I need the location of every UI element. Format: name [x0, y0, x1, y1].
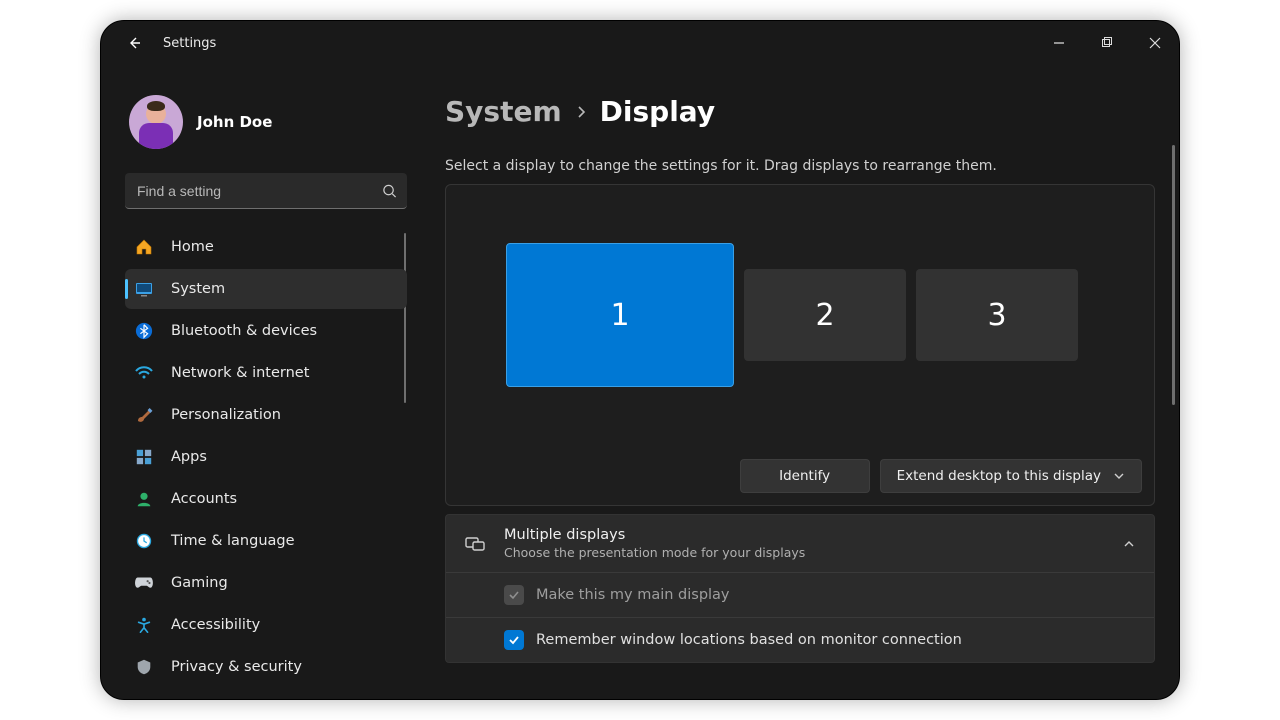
- profile-block[interactable]: John Doe: [129, 95, 407, 149]
- main-display-checkbox: [504, 585, 524, 605]
- sidebar-item-personalization[interactable]: Personalization: [125, 395, 407, 435]
- shield-icon: [133, 656, 155, 678]
- maximize-button[interactable]: [1083, 21, 1131, 65]
- sidebar-item-label: Home: [171, 239, 214, 255]
- search-input[interactable]: [125, 173, 407, 209]
- remember-locations-row: Remember window locations based on monit…: [446, 617, 1154, 662]
- display-panel-actions: Identify Extend desktop to this display: [740, 459, 1142, 493]
- chevron-up-icon: [1122, 537, 1136, 551]
- chevron-down-icon: [1113, 470, 1125, 482]
- sidebar-item-apps[interactable]: Apps: [125, 437, 407, 477]
- sidebar-item-gaming[interactable]: Gaming: [125, 563, 407, 603]
- wifi-icon: [133, 362, 155, 384]
- sidebar-item-label: Network & internet: [171, 365, 309, 381]
- check-icon: [508, 634, 520, 646]
- window-title: Settings: [163, 36, 216, 51]
- settings-window: Settings John Doe: [100, 20, 1180, 700]
- sidebar-item-home[interactable]: Home: [125, 227, 407, 267]
- minimize-icon: [1053, 37, 1065, 49]
- identify-button[interactable]: Identify: [740, 459, 870, 493]
- titlebar: Settings: [101, 21, 1179, 65]
- apps-icon: [133, 446, 155, 468]
- minimize-button[interactable]: [1035, 21, 1083, 65]
- arrow-left-icon: [126, 35, 142, 51]
- remember-locations-label: Remember window locations based on monit…: [536, 632, 962, 648]
- brush-icon: [133, 404, 155, 426]
- maximize-icon: [1101, 37, 1113, 49]
- bluetooth-icon: [133, 320, 155, 342]
- chevron-right-icon: [576, 105, 586, 119]
- breadcrumb-current: Display: [600, 95, 715, 128]
- avatar: [129, 95, 183, 149]
- breadcrumb-parent[interactable]: System: [445, 95, 562, 128]
- sidebar-item-label: Bluetooth & devices: [171, 323, 317, 339]
- sidebar-item-bluetooth[interactable]: Bluetooth & devices: [125, 311, 407, 351]
- display-map: 1 2 3: [506, 243, 1124, 387]
- sidebar-item-label: Gaming: [171, 575, 228, 591]
- sidebar-item-time-language[interactable]: Time & language: [125, 521, 407, 561]
- window-controls: [1035, 21, 1179, 65]
- display-3[interactable]: 3: [916, 269, 1078, 361]
- breadcrumb: System Display: [445, 95, 1155, 128]
- sidebar-item-system[interactable]: System: [125, 269, 407, 309]
- person-icon: [133, 488, 155, 510]
- sidebar-item-privacy[interactable]: Privacy & security: [125, 647, 407, 687]
- profile-name: John Doe: [197, 113, 272, 131]
- clock-icon: [133, 530, 155, 552]
- sidebar-item-accounts[interactable]: Accounts: [125, 479, 407, 519]
- multiple-displays-card: Multiple displays Choose the presentatio…: [445, 514, 1155, 663]
- sidebar-scrollbar[interactable]: [404, 233, 406, 403]
- system-icon: [133, 278, 155, 300]
- card-title: Multiple displays: [504, 527, 805, 543]
- back-button[interactable]: [117, 26, 151, 60]
- display-hint: Select a display to change the settings …: [445, 158, 1155, 174]
- close-button[interactable]: [1131, 21, 1179, 65]
- sidebar-item-label: Time & language: [171, 533, 295, 549]
- card-subtitle: Choose the presentation mode for your di…: [504, 545, 805, 560]
- search-icon: [382, 184, 397, 199]
- display-arrangement-panel: 1 2 3 Identify Extend desktop to this di…: [445, 184, 1155, 506]
- search-box: [125, 173, 407, 209]
- sidebar-item-label: Accessibility: [171, 617, 260, 633]
- sidebar: John Doe Home: [101, 65, 417, 699]
- home-icon: [133, 236, 155, 258]
- identify-label: Identify: [779, 468, 830, 484]
- main-scrollbar[interactable]: [1172, 145, 1175, 405]
- main-display-label: Make this my main display: [536, 587, 730, 603]
- close-icon: [1149, 37, 1161, 49]
- sidebar-item-label: Privacy & security: [171, 659, 302, 675]
- gaming-icon: [133, 572, 155, 594]
- check-icon: [508, 589, 520, 601]
- display-1[interactable]: 1: [506, 243, 734, 387]
- extend-label: Extend desktop to this display: [897, 468, 1101, 484]
- sidebar-item-label: Accounts: [171, 491, 237, 507]
- sidebar-item-label: Apps: [171, 449, 207, 465]
- display-2[interactable]: 2: [744, 269, 906, 361]
- multiple-displays-icon: [464, 533, 486, 555]
- multiple-displays-header[interactable]: Multiple displays Choose the presentatio…: [446, 515, 1154, 572]
- sidebar-item-accessibility[interactable]: Accessibility: [125, 605, 407, 645]
- accessibility-icon: [133, 614, 155, 636]
- sidebar-item-label: System: [171, 281, 225, 297]
- sidebar-item-label: Personalization: [171, 407, 281, 423]
- sidebar-item-network[interactable]: Network & internet: [125, 353, 407, 393]
- main-display-row: Make this my main display: [446, 572, 1154, 617]
- nav: Home System Bluetooth & devices: [125, 227, 407, 689]
- remember-locations-checkbox[interactable]: [504, 630, 524, 650]
- main-content: System Display Select a display to chang…: [417, 65, 1179, 699]
- extend-dropdown[interactable]: Extend desktop to this display: [880, 459, 1142, 493]
- card-titleblock: Multiple displays Choose the presentatio…: [504, 527, 805, 560]
